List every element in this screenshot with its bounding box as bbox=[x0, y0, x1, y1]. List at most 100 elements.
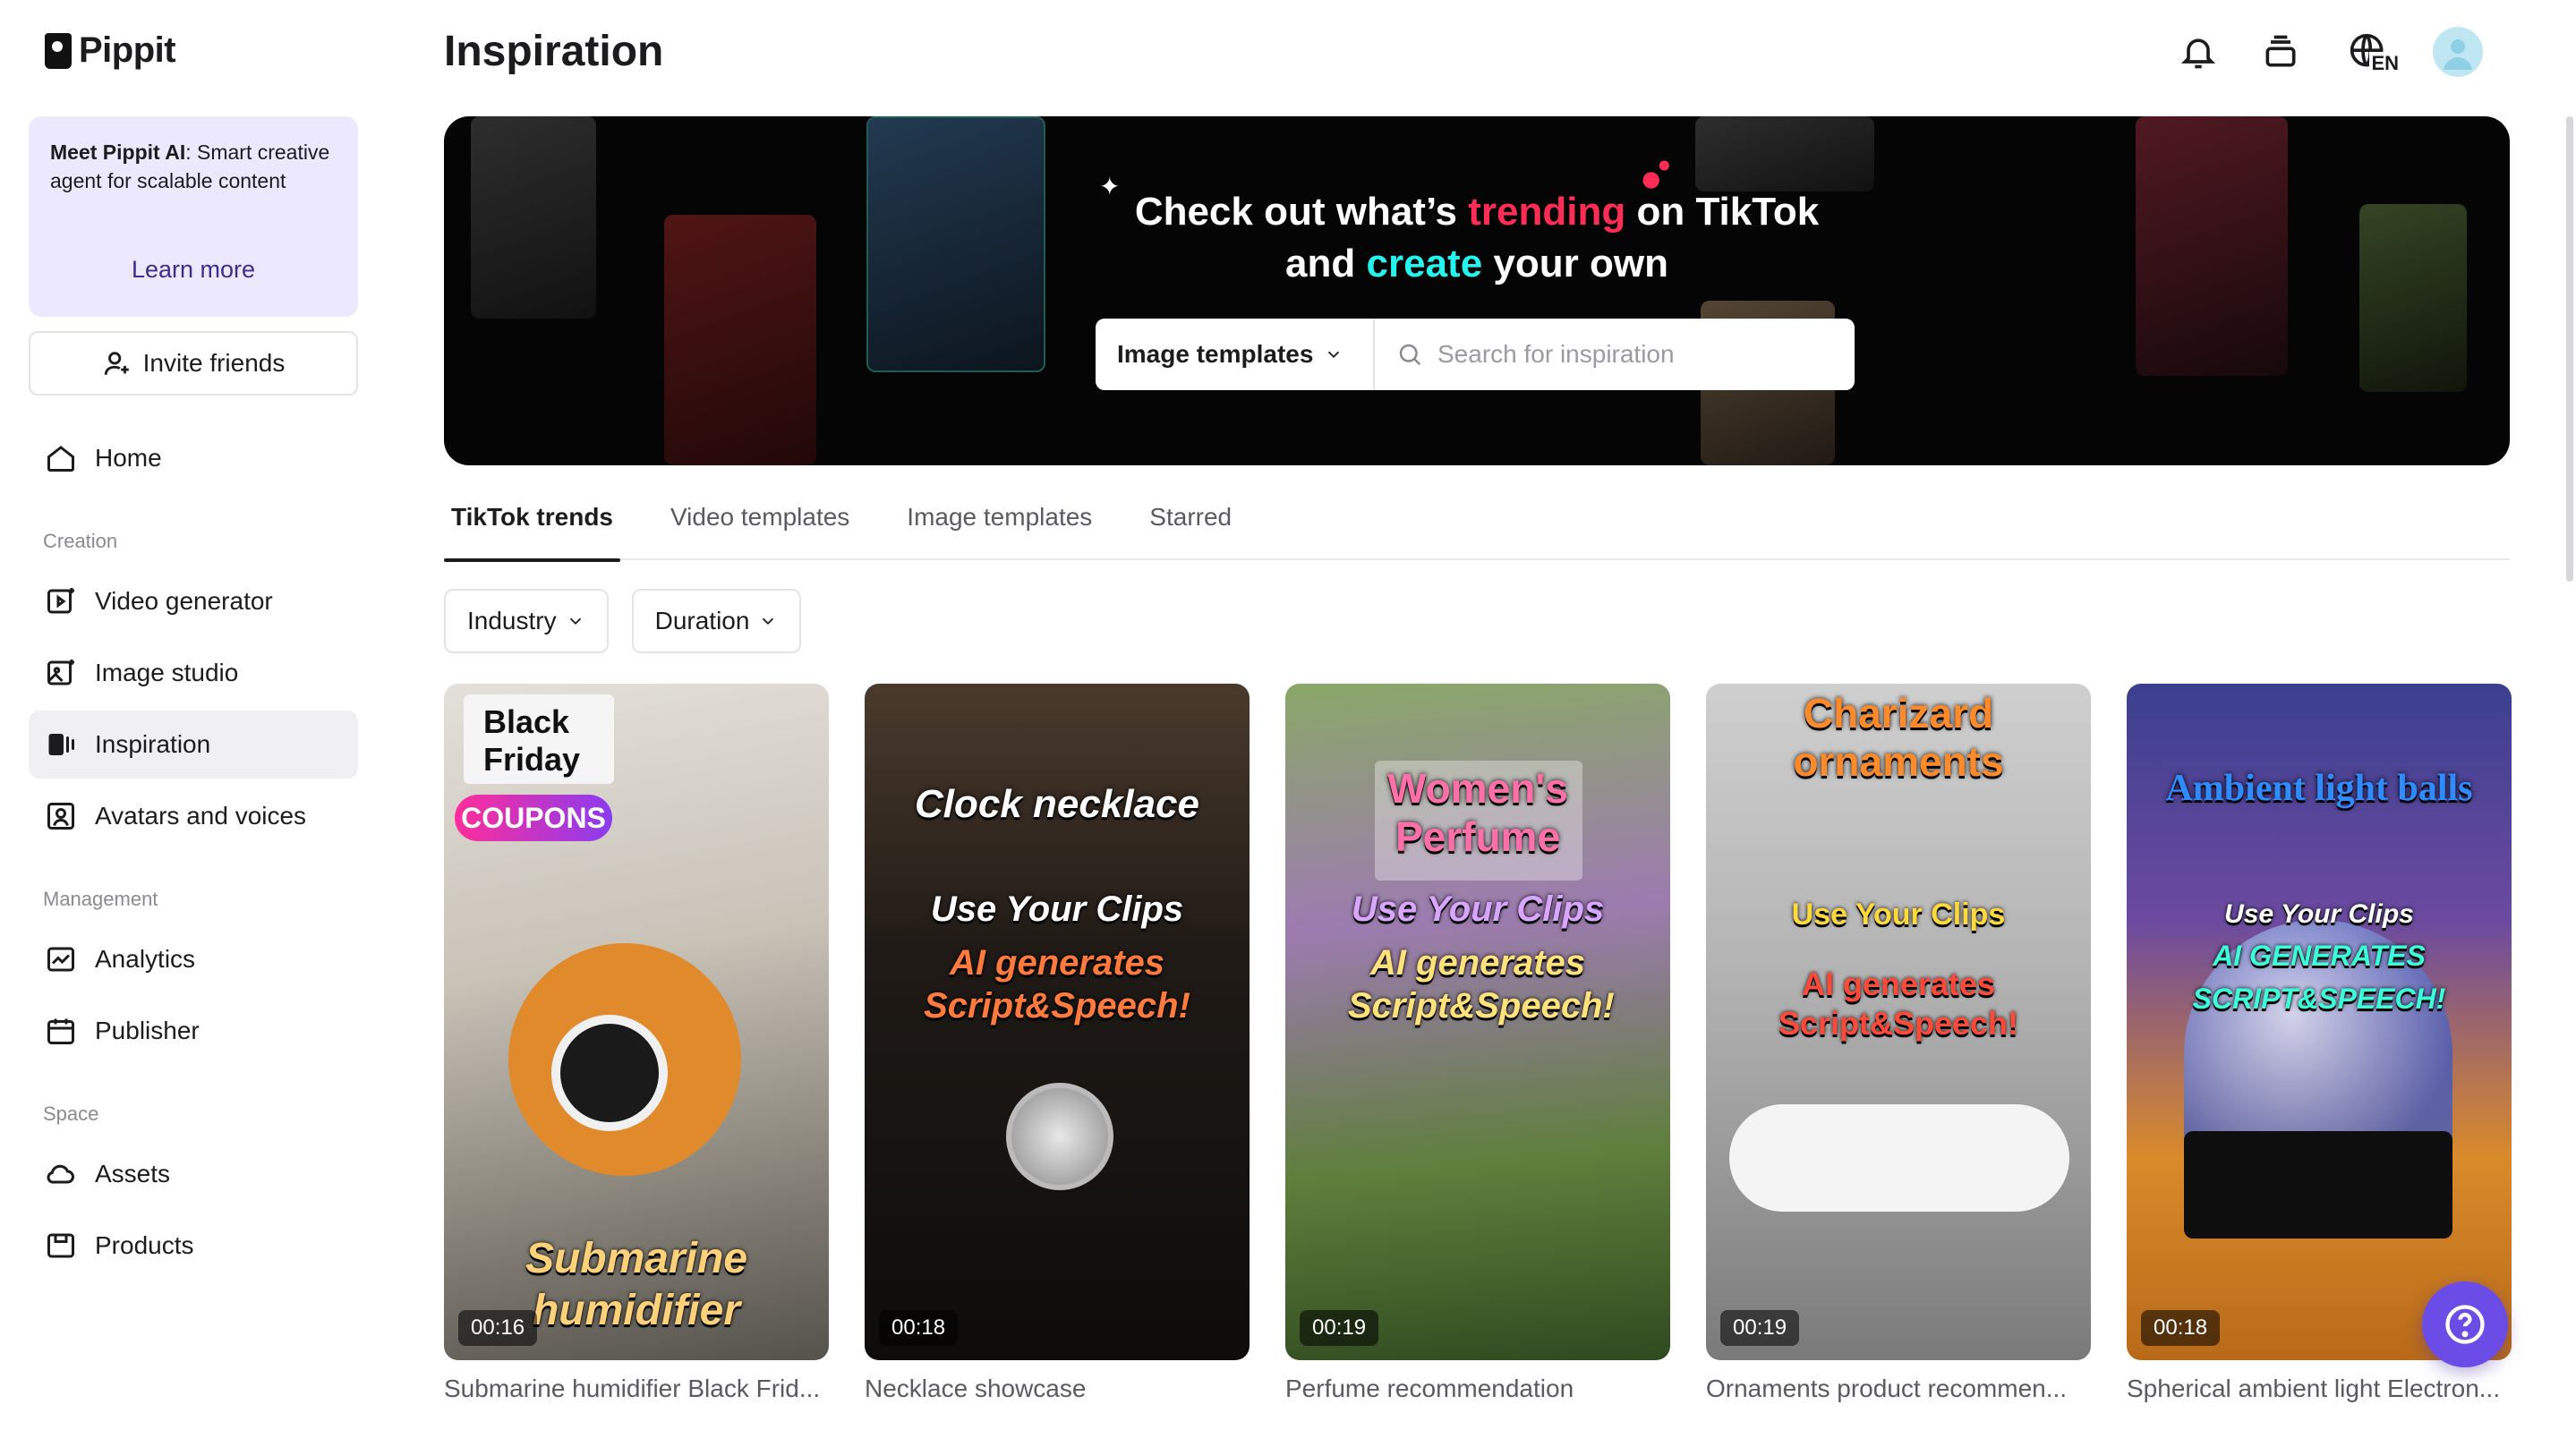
card-thumbnail[interactable]: Women's Perfume Use Your Clips AI genera… bbox=[1285, 684, 1670, 1360]
card-thumbnail[interactable]: Clock necklace Use Your Clips AI generat… bbox=[865, 684, 1250, 1360]
tab-video-templates[interactable]: Video templates bbox=[663, 494, 857, 560]
search-type-label: Image templates bbox=[1117, 340, 1314, 368]
pippit-logo-icon bbox=[45, 32, 72, 69]
avatar-icon bbox=[43, 798, 79, 834]
product-shape bbox=[1006, 1083, 1113, 1190]
language-globe-icon[interactable]: EN bbox=[2340, 29, 2401, 75]
search-field bbox=[1375, 340, 1855, 369]
app-logo[interactable]: Pippit bbox=[45, 30, 176, 71]
inspiration-search-bar: Image templates bbox=[1096, 319, 1855, 390]
stack-icon[interactable] bbox=[2257, 29, 2304, 75]
tab-starred[interactable]: Starred bbox=[1142, 494, 1239, 560]
search-input[interactable] bbox=[1437, 340, 1849, 369]
search-icon bbox=[1399, 344, 1421, 366]
card-art-line: Use Your Clips bbox=[1791, 898, 2006, 932]
template-grid: Black Friday COUPONS Submarine humidifie… bbox=[444, 684, 2512, 1403]
sidebar: Pippit Meet Pippit AI: Smart creative ag… bbox=[0, 0, 385, 1430]
sparkle-icon: ✦ bbox=[1099, 173, 1121, 200]
tiktok-dots-icon bbox=[1638, 156, 1677, 200]
sidebar-item-products[interactable]: Products bbox=[29, 1212, 358, 1280]
invite-friends-label: Invite friends bbox=[142, 349, 286, 377]
analytics-icon bbox=[43, 941, 79, 977]
user-avatar[interactable] bbox=[2433, 27, 2483, 77]
duration-badge: 00:19 bbox=[1300, 1310, 1379, 1346]
content-tabs: TikTok trends Video templates Image temp… bbox=[444, 494, 2510, 562]
card-art-title: Women's Perfume bbox=[1387, 765, 1568, 860]
inspiration-icon bbox=[43, 727, 79, 762]
page-title: Inspiration bbox=[444, 28, 664, 75]
help-button[interactable] bbox=[2422, 1281, 2508, 1367]
sidebar-item-label: Analytics bbox=[95, 945, 196, 973]
add-user-icon bbox=[104, 352, 129, 375]
card-art-title: Charizard ornaments bbox=[1793, 690, 2004, 785]
card-art-line: Use Your Clips bbox=[930, 889, 1184, 929]
card-art-line: AI GENERATES SCRIPT&SPEECH! bbox=[2192, 940, 2446, 1015]
card-caption[interactable]: Necklace showcase bbox=[865, 1375, 1250, 1403]
sidebar-item-label: Video generator bbox=[95, 587, 273, 615]
template-card[interactable]: Women's Perfume Use Your Clips AI genera… bbox=[1285, 684, 1670, 1403]
filter-label: Industry bbox=[467, 607, 557, 634]
template-card[interactable]: Black Friday COUPONS Submarine humidifie… bbox=[444, 684, 829, 1403]
user-icon bbox=[2444, 39, 2472, 70]
sidebar-item-image-studio[interactable]: Image studio bbox=[29, 639, 358, 707]
tab-tiktok-trends[interactable]: TikTok trends bbox=[444, 494, 621, 562]
sidebar-item-label: Products bbox=[95, 1231, 194, 1259]
header-actions: EN bbox=[2175, 27, 2483, 77]
learn-more-link[interactable]: Learn more bbox=[29, 256, 358, 284]
sidebar-item-label: Home bbox=[95, 444, 162, 472]
duration-badge: 00:18 bbox=[879, 1310, 959, 1346]
duration-badge: 00:16 bbox=[458, 1310, 538, 1346]
banner-headline: Check out what’s trending on TikTok and … bbox=[1134, 190, 1820, 285]
notification-bell-icon[interactable] bbox=[2175, 29, 2222, 75]
duration-badge: 00:19 bbox=[1720, 1310, 1800, 1346]
card-caption[interactable]: Perfume recommendation bbox=[1285, 1375, 1670, 1403]
card-art-coupon: COUPONS bbox=[455, 795, 612, 841]
card-caption[interactable]: Ornaments product recommen... bbox=[1706, 1375, 2091, 1403]
tab-image-templates[interactable]: Image templates bbox=[900, 494, 1099, 560]
section-creation: Creation bbox=[43, 530, 118, 552]
sidebar-item-video-generator[interactable]: Video generator bbox=[29, 567, 358, 635]
card-thumbnail[interactable]: Ambient light balls Use Your Clips AI GE… bbox=[2127, 684, 2512, 1360]
sidebar-item-home[interactable]: Home bbox=[29, 424, 358, 492]
chevron-down-icon bbox=[763, 617, 774, 626]
sidebar-item-assets[interactable]: Assets bbox=[29, 1140, 358, 1208]
section-space: Space bbox=[43, 1102, 99, 1125]
duration-filter[interactable]: Duration bbox=[631, 589, 802, 653]
card-art-line: AI generates Script&Speech! bbox=[1778, 966, 2019, 1042]
card-thumbnail[interactable]: Charizard ornaments Use Your Clips AI ge… bbox=[1706, 684, 2091, 1360]
scrollbar-thumb[interactable] bbox=[2566, 116, 2573, 582]
card-art-title: Ambient light balls bbox=[2165, 768, 2473, 809]
image-studio-icon bbox=[43, 655, 79, 691]
template-card[interactable]: Clock necklace Use Your Clips AI generat… bbox=[865, 684, 1250, 1403]
section-management: Management bbox=[43, 888, 158, 910]
video-generator-icon bbox=[43, 583, 79, 619]
invite-friends-button[interactable]: Invite friends bbox=[29, 331, 358, 396]
search-type-dropdown[interactable]: Image templates bbox=[1096, 319, 1375, 390]
sidebar-item-inspiration[interactable]: Inspiration bbox=[29, 711, 358, 779]
card-art-line: Use Your Clips bbox=[1351, 889, 1605, 929]
page-scrollbar[interactable] bbox=[2563, 116, 2576, 582]
help-question-icon bbox=[2445, 1305, 2485, 1344]
template-card[interactable]: Charizard ornaments Use Your Clips AI ge… bbox=[1706, 684, 2091, 1403]
calendar-icon bbox=[43, 1013, 79, 1049]
sidebar-item-publisher[interactable]: Publisher bbox=[29, 997, 358, 1065]
card-art-line: AI generates Script&Speech! bbox=[1348, 943, 1615, 1026]
language-code: EN bbox=[2369, 52, 2401, 75]
product-shape bbox=[1729, 1104, 2069, 1212]
app-name: Pippit bbox=[79, 30, 176, 70]
cloud-icon bbox=[43, 1156, 79, 1192]
sidebar-item-label: Inspiration bbox=[95, 730, 211, 758]
card-caption[interactable]: Submarine humidifier Black Frid... bbox=[444, 1375, 829, 1403]
sidebar-item-avatars-voices[interactable]: Avatars and voices bbox=[29, 782, 358, 850]
sidebar-item-analytics[interactable]: Analytics bbox=[29, 925, 358, 993]
sidebar-item-label: Image studio bbox=[95, 659, 239, 686]
home-icon bbox=[43, 440, 79, 476]
industry-filter[interactable]: Industry bbox=[444, 589, 609, 653]
duration-badge: 00:18 bbox=[2141, 1310, 2221, 1346]
product-box-icon bbox=[43, 1228, 79, 1264]
card-art-title: Clock necklace bbox=[915, 782, 1199, 826]
card-art-line: AI generates Script&Speech! bbox=[924, 943, 1190, 1026]
banner-thumbnail bbox=[1695, 116, 1874, 192]
card-thumbnail[interactable]: Black Friday COUPONS Submarine humidifie… bbox=[444, 684, 829, 1360]
card-caption[interactable]: Spherical ambient light Electron... bbox=[2127, 1375, 2512, 1403]
